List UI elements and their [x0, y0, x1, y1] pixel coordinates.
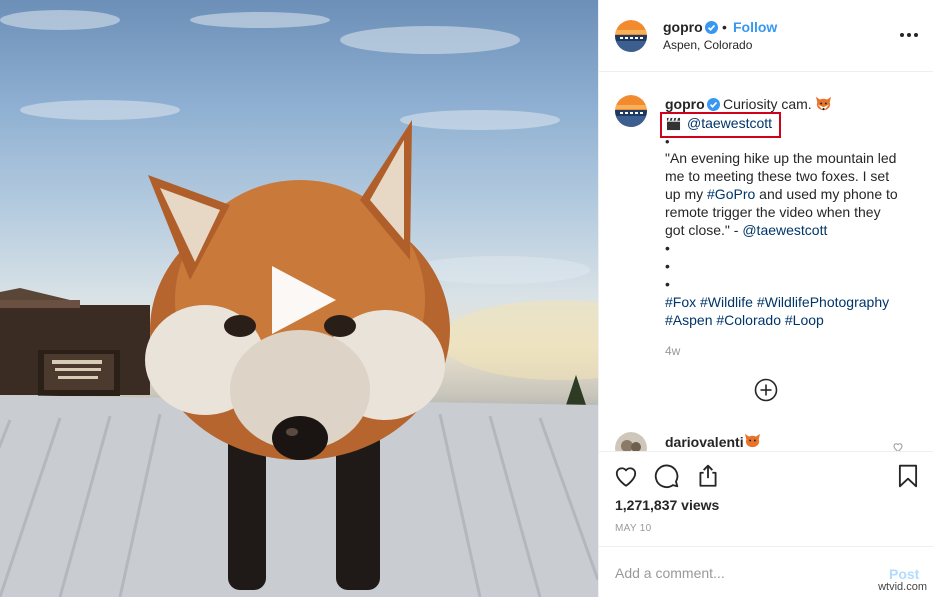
play-icon[interactable]	[258, 258, 342, 342]
bullet-text: •	[665, 276, 670, 292]
watermark: wtvid.com	[878, 581, 927, 593]
avatar[interactable]	[615, 20, 647, 52]
comments-list[interactable]: gopro Curiosity cam. @taewestcott • "An …	[599, 73, 933, 451]
comment-like-heart-icon[interactable]	[892, 441, 904, 451]
caption-line: "An evening hike up the mountain led	[665, 150, 897, 166]
video-player[interactable]	[0, 0, 598, 597]
caption-fragment: got close." -	[665, 222, 743, 238]
comment-input[interactable]	[615, 559, 865, 587]
post-sidebar: gopro • Follow Aspen, Colorado gopro Cur…	[598, 0, 933, 597]
clapper-board-icon	[666, 117, 681, 131]
fox-emoji-icon	[815, 96, 832, 112]
username-link[interactable]: gopro	[663, 19, 703, 35]
hashtag-list: #Fox #Wildlife #WildlifePhotography #Asp…	[665, 293, 925, 329]
heart-icon[interactable]	[613, 463, 639, 489]
follow-button[interactable]: Follow	[733, 19, 777, 35]
plus-circle-icon[interactable]	[754, 378, 778, 402]
hashtag-link[interactable]: #Fox	[665, 294, 696, 310]
avatar-photo	[615, 432, 647, 451]
caption-line: up my #GoPro and used my phone to	[665, 185, 910, 203]
commenter-avatar[interactable]	[615, 432, 647, 451]
post-comment-button[interactable]: Post	[889, 566, 919, 582]
caption-body: "An evening hike up the mountain led me …	[665, 149, 910, 293]
caption-line: remote trigger the video when they	[665, 204, 881, 220]
verified-badge-icon	[707, 98, 720, 111]
caption-username[interactable]: gopro	[665, 96, 705, 112]
hashtag-link[interactable]: #WildlifePhotography	[757, 294, 889, 310]
hashtag-link[interactable]: #Aspen	[665, 312, 712, 328]
caption-fragment: and used my phone to	[755, 186, 898, 202]
caption-text: Curiosity cam.	[723, 96, 812, 112]
comment-icon[interactable]	[654, 463, 680, 489]
separator-dot: •	[722, 19, 727, 35]
more-options-icon[interactable]	[897, 26, 921, 44]
caption-avatar[interactable]	[615, 95, 647, 127]
location-link[interactable]: Aspen, Colorado	[663, 38, 752, 52]
caption-fragment: up my	[665, 186, 708, 202]
bullet-text: •	[665, 258, 670, 274]
bullet-text: •	[665, 134, 670, 149]
commenter-username[interactable]: dariovalenti	[665, 434, 744, 450]
caption-line: me to meeting these two foxes. I set	[665, 168, 890, 184]
action-bar: 1,271,837 views MAY 10	[599, 451, 933, 546]
post-header: gopro • Follow Aspen, Colorado	[599, 0, 933, 72]
hashtag-link[interactable]: #Colorado	[716, 312, 781, 328]
mention-link[interactable]: @taewestcott	[687, 115, 772, 131]
verified-badge-icon	[705, 21, 718, 34]
hashtag-link[interactable]: #GoPro	[707, 186, 755, 202]
hashtag-link[interactable]: #Loop	[785, 312, 824, 328]
hashtag-link[interactable]: #Wildlife	[700, 294, 753, 310]
view-count[interactable]: 1,271,837 views	[615, 497, 719, 513]
bullet-text: •	[665, 240, 670, 256]
share-icon[interactable]	[695, 463, 721, 489]
fox-emoji-icon	[744, 433, 761, 448]
post-age[interactable]: 4w	[665, 344, 680, 358]
caption-line: got close." - @taewestcott	[665, 221, 910, 239]
credit-mention-link[interactable]: @taewestcott	[742, 222, 827, 238]
post-date[interactable]: MAY 10	[615, 523, 651, 534]
bookmark-icon[interactable]	[895, 463, 921, 489]
gopro-logo-icon	[615, 95, 647, 127]
gopro-logo-icon	[615, 20, 647, 52]
